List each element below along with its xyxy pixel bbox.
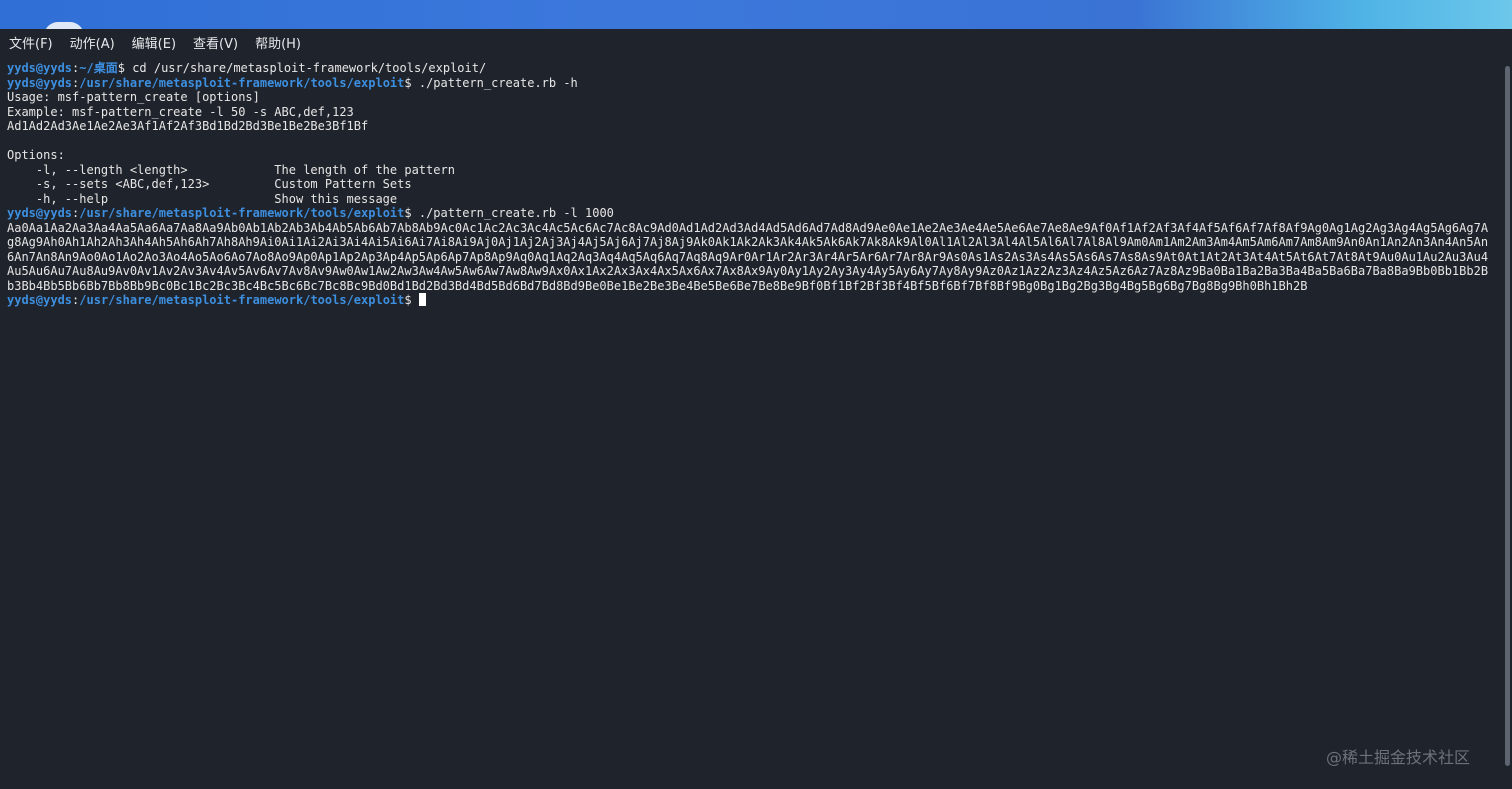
menu-help[interactable]: 帮助(H): [255, 33, 301, 52]
pattern-output-line: 6An7An8An9Ao0Ao1Ao2Ao3Ao4Ao5Ao6Ao7Ao8Ao9…: [7, 249, 1489, 264]
prompt-symbol: $: [404, 206, 412, 220]
watermark: @稀土掘金技术社区: [1326, 748, 1471, 767]
menubar: 文件(F) 动作(A) 编辑(E) 查看(V) 帮助(H): [0, 29, 1512, 56]
terminal-scrollbar[interactable]: [1505, 66, 1510, 766]
prompt-user: yyds@yyds: [7, 61, 73, 75]
prompt-line: yyds@yyds:/usr/share/metasploit-framewor…: [7, 76, 1497, 91]
prompt-command: ./pattern_create.rb -l 1000: [418, 206, 614, 220]
pattern-output-line: Au5Au6Au7Au8Au9Av0Av1Av2Av3Av4Av5Av6Av7A…: [7, 264, 1489, 278]
menu-edit[interactable]: 编辑(E): [132, 33, 176, 52]
prompt-path: /usr/share/metasploit-framework/tools/ex…: [79, 75, 405, 90]
prompt-path: /usr/share/metasploit-framework/tools/ex…: [79, 206, 405, 220]
prompt-path: ~/桌面: [79, 61, 118, 75]
prompt-line: yyds@yyds:/usr/share/metasploit-framewor…: [7, 206, 1497, 221]
prompt-user: yyds@yyds: [7, 206, 73, 220]
output-line: Example: msf-pattern_create -l 50 -s ABC…: [7, 104, 354, 119]
output-line: Options:: [7, 148, 65, 162]
prompt-user: yyds@yyds: [7, 75, 73, 90]
output-line: -s, --sets <ABC,def,123> Custom Pattern …: [7, 177, 412, 191]
prompt-symbol: $: [404, 75, 412, 90]
output-line: -h, --help Show this message: [7, 191, 398, 206]
output-line: -l, --length <length> The length of the …: [7, 162, 455, 177]
prompt-line: yyds@yyds:/usr/share/metasploit-framewor…: [7, 293, 1497, 308]
text-cursor: [418, 293, 426, 306]
pattern-output-line: Aa0Aa1Aa2Aa3Aa4Aa5Aa6Aa7Aa8Aa9Ab0Ab1Ab2A…: [7, 220, 1489, 235]
menu-action[interactable]: 动作(A): [70, 33, 115, 52]
menu-file[interactable]: 文件(F): [9, 33, 53, 52]
output-line: Ad1Ad2Ad3Ae1Ae2Ae3Af1Af2Af3Bd1Bd2Bd3Be1B…: [7, 119, 369, 133]
prompt-symbol: $: [117, 61, 125, 75]
prompt-command: ./pattern_create.rb -h: [418, 75, 578, 90]
pattern-output-line: g8Ag9Ah0Ah1Ah2Ah3Ah4Ah5Ah6Ah7Ah8Ah9Ai0Ai…: [7, 235, 1489, 249]
prompt-symbol: $: [404, 293, 412, 307]
desktop-top-strip: [0, 0, 1512, 36]
prompt-command: cd /usr/share/metasploit-framework/tools…: [132, 61, 487, 75]
terminal-output[interactable]: yyds@yyds:~/桌面$ cd /usr/share/metasploit…: [7, 61, 1497, 761]
pattern-output-line: b3Bb4Bb5Bb6Bb7Bb8Bb9Bc0Bc1Bc2Bc3Bc4Bc5Bc…: [7, 278, 1308, 293]
menu-view[interactable]: 查看(V): [193, 33, 238, 52]
prompt-path: /usr/share/metasploit-framework/tools/ex…: [79, 293, 405, 307]
prompt-user: yyds@yyds: [7, 293, 73, 307]
output-line: Usage: msf-pattern_create [options]: [7, 90, 260, 104]
prompt-line: yyds@yyds:~/桌面$ cd /usr/share/metasploit…: [7, 61, 1497, 76]
